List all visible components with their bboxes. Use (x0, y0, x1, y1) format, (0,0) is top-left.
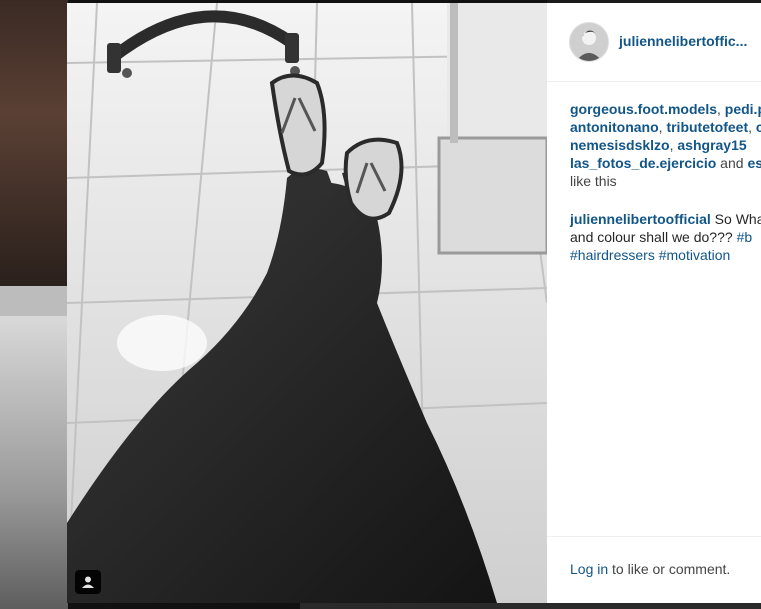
post-sidebar: juliennelibertoffic... gorgeous.foot.mod… (547, 3, 761, 603)
caption-author-link[interactable]: juliennelibertoofficial (570, 211, 711, 227)
post-photo[interactable] (67, 3, 547, 603)
liker-link[interactable]: gorgeous.foot.models (570, 101, 717, 117)
caption-text: and colour shall we do??? (570, 229, 737, 245)
likes-section: gorgeous.foot.models, pedi.p antonitonan… (570, 100, 761, 190)
separator: , (748, 119, 756, 135)
liker-link[interactable]: c (756, 119, 761, 135)
liker-link[interactable]: tributetofeet (666, 119, 748, 135)
liker-link[interactable]: es (747, 155, 761, 171)
background-photo-left-top (0, 0, 68, 286)
caption-line-1: juliennelibertoofficial So Wha (570, 210, 761, 228)
separator: , (717, 101, 725, 117)
background-photo-left-bottom (0, 316, 68, 609)
caption-line-3: #hairdressers #motivation (570, 246, 761, 264)
likes-line-2: antonitonano, tributetofeet, c (570, 118, 761, 136)
username-link[interactable]: juliennelibertoffic... (619, 33, 747, 49)
background-divider (0, 286, 68, 316)
likes-line-1: gorgeous.foot.models, pedi.p (570, 100, 761, 118)
likes-suffix: like this (570, 173, 617, 189)
likes-and-text: and (716, 155, 748, 171)
user-tag-button[interactable] (75, 570, 101, 594)
liker-link[interactable]: nemesisdsklzo (570, 137, 670, 153)
hashtag-link[interactable]: #b (737, 229, 753, 245)
person-icon (82, 576, 94, 588)
profile-photo-icon (570, 23, 608, 61)
login-prompt-text: to like or comment. (608, 561, 731, 577)
liker-link[interactable]: pedi.p (725, 101, 761, 117)
login-prompt: Log in to like or comment. (570, 561, 730, 577)
hashtag-link[interactable]: #motivation (659, 247, 731, 263)
photo-illustration (67, 3, 547, 603)
post-modal: juliennelibertoffic... gorgeous.foot.mod… (67, 3, 761, 603)
likes-line-3: nemesisdsklzo, ashgray15 (570, 136, 761, 154)
liker-link[interactable]: ashgray15 (677, 137, 746, 153)
avatar[interactable] (569, 22, 609, 62)
caption: juliennelibertoofficial So Wha and colou… (570, 210, 761, 264)
post-header: juliennelibertoffic... (547, 3, 761, 82)
post-footer: Log in to like or comment. (547, 536, 761, 603)
likes-line-4: las_fotos_de.ejercicio and es (570, 154, 761, 172)
caption-text: So Wha (710, 211, 761, 227)
login-link[interactable]: Log in (570, 561, 608, 577)
hashtag-link[interactable]: #hairdressers (570, 247, 655, 263)
caption-line-2: and colour shall we do??? #b (570, 228, 761, 246)
liker-link[interactable]: las_fotos_de.ejercicio (570, 155, 716, 171)
liker-link[interactable]: antonitonano (570, 119, 659, 135)
